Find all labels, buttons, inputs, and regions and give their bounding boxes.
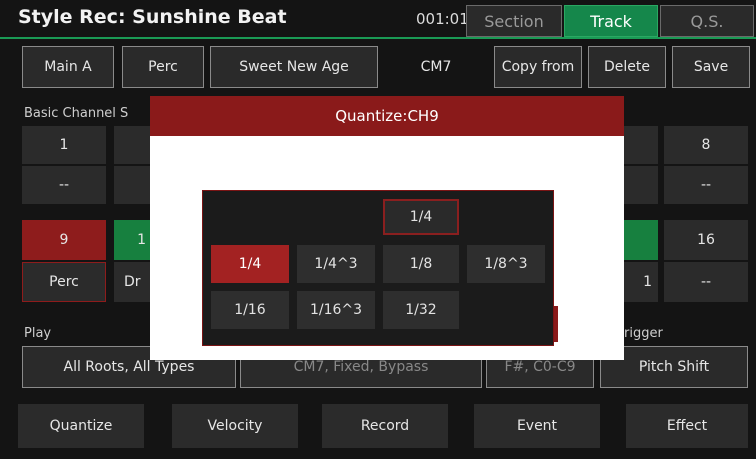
channel-1-value[interactable]: -- <box>22 166 106 204</box>
channel-9-value[interactable]: Perc <box>22 262 106 302</box>
quantize-option[interactable]: 1/32 <box>383 291 459 329</box>
quantize-option[interactable]: 1/16^3 <box>297 291 375 329</box>
record-button[interactable]: Record <box>322 404 448 448</box>
velocity-button[interactable]: Velocity <box>172 404 298 448</box>
copy-from-button[interactable]: Copy from <box>494 46 582 88</box>
quantize-panel: 1/4 1/4 1/4^3 1/8 1/8^3 1/16 1/16^3 1/32 <box>202 190 554 346</box>
channel-2-number[interactable] <box>114 126 150 164</box>
main-select-button[interactable]: Main A <box>22 46 114 88</box>
basic-channel-label: Basic Channel S <box>24 106 129 121</box>
effect-button[interactable]: Effect <box>626 404 748 448</box>
quantize-option[interactable]: 1/8 <box>383 245 459 283</box>
header-divider <box>0 37 756 39</box>
channel-8-number[interactable]: 8 <box>664 126 748 164</box>
retrigger-label: rigger <box>624 326 663 341</box>
quantize-option[interactable]: 1/4^3 <box>297 245 375 283</box>
voice-select-button[interactable]: Sweet New Age <box>210 46 378 88</box>
channel-1-number[interactable]: 1 <box>22 126 106 164</box>
channel-9-number[interactable]: 9 <box>22 220 106 260</box>
channel-10-number[interactable]: 1 <box>114 220 150 260</box>
channel-8-value[interactable]: -- <box>664 166 748 204</box>
save-button[interactable]: Save <box>672 46 750 88</box>
app-title: Style Rec: Sunshine Beat <box>18 6 287 28</box>
channel-16-value[interactable]: -- <box>664 262 748 302</box>
channel-2-value[interactable] <box>114 166 150 204</box>
quantize-dialog: Quantize:CH9 1/4 1/4 1/4^3 1/8 1/8^3 1/1… <box>150 96 624 360</box>
delete-button[interactable]: Delete <box>588 46 666 88</box>
channel-15-value[interactable]: 1 <box>624 262 658 302</box>
event-button[interactable]: Event <box>474 404 600 448</box>
quantize-current-value: 1/4 <box>383 199 459 235</box>
channel-16-number[interactable]: 16 <box>664 220 748 260</box>
dialog-title: Quantize:CH9 <box>150 96 624 136</box>
quantize-button[interactable]: Quantize <box>18 404 144 448</box>
tab-track[interactable]: Track <box>564 5 658 37</box>
play-label: Play <box>24 326 52 341</box>
dialog-edge-accent <box>554 306 558 342</box>
tab-qs[interactable]: Q.S. <box>660 5 754 37</box>
channel-15-number[interactable] <box>624 220 658 260</box>
chord-display: CM7 <box>420 59 452 75</box>
quantize-option[interactable]: 1/16 <box>211 291 289 329</box>
channel-7-number[interactable] <box>624 126 658 164</box>
quantize-option[interactable]: 1/8^3 <box>467 245 545 283</box>
tab-section[interactable]: Section <box>466 5 562 37</box>
channel-7-value[interactable] <box>624 166 658 204</box>
time-display: 001:01 <box>416 10 469 28</box>
channel-10-value[interactable]: Dr <box>114 262 150 302</box>
quantize-option[interactable]: 1/4 <box>211 245 289 283</box>
part-select-button[interactable]: Perc <box>122 46 204 88</box>
